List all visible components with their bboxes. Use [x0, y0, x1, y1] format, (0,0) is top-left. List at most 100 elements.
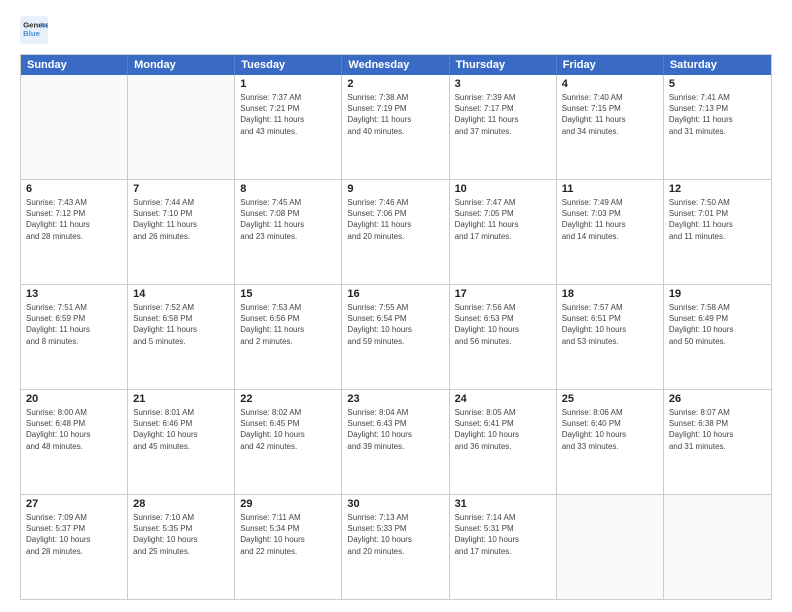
day-number: 25	[562, 393, 658, 405]
calendar-cell: 3 Sunrise: 7:39 AM Sunset: 7:17 PM Daylig…	[450, 75, 557, 179]
day-number: 7	[133, 183, 229, 195]
logo: General Blue	[20, 16, 48, 44]
day-info: Sunrise: 7:13 AM Sunset: 5:33 PM Dayligh…	[347, 512, 443, 557]
calendar-cell: 21 Sunrise: 8:01 AM Sunset: 6:46 PM Dayli…	[128, 390, 235, 494]
day-info: Sunrise: 8:06 AM Sunset: 6:40 PM Dayligh…	[562, 407, 658, 452]
calendar-cell: 7 Sunrise: 7:44 AM Sunset: 7:10 PM Daylig…	[128, 180, 235, 284]
calendar-cell: 18 Sunrise: 7:57 AM Sunset: 6:51 PM Dayli…	[557, 285, 664, 389]
calendar-cell: 29Sunrise: 7:11 AM Sunset: 5:34 PM Dayli…	[235, 495, 342, 599]
page: General Blue SundayMondayTuesdayWednesda…	[0, 0, 792, 612]
day-number: 24	[455, 393, 551, 405]
calendar-body: 1 Sunrise: 7:37 AM Sunset: 7:21 PM Daylig…	[21, 75, 771, 599]
day-info: Sunrise: 8:05 AM Sunset: 6:41 PM Dayligh…	[455, 407, 551, 452]
calendar-cell: 10Sunrise: 7:47 AM Sunset: 7:05 PM Dayli…	[450, 180, 557, 284]
day-number: 14	[133, 288, 229, 300]
calendar-cell: 20Sunrise: 8:00 AM Sunset: 6:48 PM Dayli…	[21, 390, 128, 494]
day-info: Sunrise: 7:58 AM Sunset: 6:49 PM Dayligh…	[669, 302, 766, 347]
day-info: Sunrise: 7:39 AM Sunset: 7:17 PM Dayligh…	[455, 92, 551, 137]
day-number: 20	[26, 393, 122, 405]
calendar-cell: 31Sunrise: 7:14 AM Sunset: 5:31 PM Dayli…	[450, 495, 557, 599]
calendar-cell: 19Sunrise: 7:58 AM Sunset: 6:49 PM Dayli…	[664, 285, 771, 389]
day-info: Sunrise: 8:02 AM Sunset: 6:45 PM Dayligh…	[240, 407, 336, 452]
calendar-cell: 23Sunrise: 8:04 AM Sunset: 6:43 PM Dayli…	[342, 390, 449, 494]
day-info: Sunrise: 7:57 AM Sunset: 6:51 PM Dayligh…	[562, 302, 658, 347]
calendar-cell: 5 Sunrise: 7:41 AM Sunset: 7:13 PM Daylig…	[664, 75, 771, 179]
day-info: Sunrise: 7:38 AM Sunset: 7:19 PM Dayligh…	[347, 92, 443, 137]
day-info: Sunrise: 7:47 AM Sunset: 7:05 PM Dayligh…	[455, 197, 551, 242]
calendar-week: 20Sunrise: 8:00 AM Sunset: 6:48 PM Dayli…	[21, 390, 771, 495]
day-info: Sunrise: 7:44 AM Sunset: 7:10 PM Dayligh…	[133, 197, 229, 242]
day-number: 17	[455, 288, 551, 300]
day-number: 3	[455, 78, 551, 90]
day-number: 2	[347, 78, 443, 90]
weekday-header: Sunday	[21, 55, 128, 75]
day-info: Sunrise: 8:01 AM Sunset: 6:46 PM Dayligh…	[133, 407, 229, 452]
day-number: 8	[240, 183, 336, 195]
day-info: Sunrise: 7:45 AM Sunset: 7:08 PM Dayligh…	[240, 197, 336, 242]
day-number: 21	[133, 393, 229, 405]
day-info: Sunrise: 7:09 AM Sunset: 5:37 PM Dayligh…	[26, 512, 122, 557]
day-number: 1	[240, 78, 336, 90]
calendar-week: 1 Sunrise: 7:37 AM Sunset: 7:21 PM Daylig…	[21, 75, 771, 180]
weekday-header: Friday	[557, 55, 664, 75]
day-number: 6	[26, 183, 122, 195]
header: General Blue	[20, 16, 772, 44]
calendar-header: SundayMondayTuesdayWednesdayThursdayFrid…	[21, 55, 771, 75]
day-info: Sunrise: 7:46 AM Sunset: 7:06 PM Dayligh…	[347, 197, 443, 242]
day-number: 28	[133, 498, 229, 510]
calendar-cell	[21, 75, 128, 179]
day-info: Sunrise: 7:43 AM Sunset: 7:12 PM Dayligh…	[26, 197, 122, 242]
calendar-cell: 2 Sunrise: 7:38 AM Sunset: 7:19 PM Daylig…	[342, 75, 449, 179]
day-info: Sunrise: 7:51 AM Sunset: 6:59 PM Dayligh…	[26, 302, 122, 347]
calendar-week: 13 Sunrise: 7:51 AM Sunset: 6:59 PM Dayli…	[21, 285, 771, 390]
calendar: SundayMondayTuesdayWednesdayThursdayFrid…	[20, 54, 772, 600]
day-number: 31	[455, 498, 551, 510]
weekday-header: Thursday	[450, 55, 557, 75]
day-info: Sunrise: 7:55 AM Sunset: 6:54 PM Dayligh…	[347, 302, 443, 347]
calendar-cell: 13 Sunrise: 7:51 AM Sunset: 6:59 PM Dayli…	[21, 285, 128, 389]
calendar-cell	[557, 495, 664, 599]
weekday-header: Tuesday	[235, 55, 342, 75]
calendar-cell: 9 Sunrise: 7:46 AM Sunset: 7:06 PM Daylig…	[342, 180, 449, 284]
day-number: 18	[562, 288, 658, 300]
day-number: 5	[669, 78, 766, 90]
calendar-week: 6 Sunrise: 7:43 AM Sunset: 7:12 PM Daylig…	[21, 180, 771, 285]
day-info: Sunrise: 7:10 AM Sunset: 5:35 PM Dayligh…	[133, 512, 229, 557]
calendar-cell: 1 Sunrise: 7:37 AM Sunset: 7:21 PM Daylig…	[235, 75, 342, 179]
calendar-cell: 27 Sunrise: 7:09 AM Sunset: 5:37 PM Dayli…	[21, 495, 128, 599]
day-number: 29	[240, 498, 336, 510]
calendar-cell: 30 Sunrise: 7:13 AM Sunset: 5:33 PM Dayli…	[342, 495, 449, 599]
day-number: 9	[347, 183, 443, 195]
day-info: Sunrise: 8:07 AM Sunset: 6:38 PM Dayligh…	[669, 407, 766, 452]
calendar-cell: 16 Sunrise: 7:55 AM Sunset: 6:54 PM Dayli…	[342, 285, 449, 389]
day-info: Sunrise: 7:52 AM Sunset: 6:58 PM Dayligh…	[133, 302, 229, 347]
weekday-header: Monday	[128, 55, 235, 75]
svg-text:Blue: Blue	[23, 29, 41, 38]
logo-icon: General Blue	[20, 16, 48, 44]
weekday-header: Saturday	[664, 55, 771, 75]
day-number: 30	[347, 498, 443, 510]
day-info: Sunrise: 7:53 AM Sunset: 6:56 PM Dayligh…	[240, 302, 336, 347]
day-info: Sunrise: 7:56 AM Sunset: 6:53 PM Dayligh…	[455, 302, 551, 347]
day-info: Sunrise: 7:49 AM Sunset: 7:03 PM Dayligh…	[562, 197, 658, 242]
calendar-cell: 12Sunrise: 7:50 AM Sunset: 7:01 PM Dayli…	[664, 180, 771, 284]
day-number: 23	[347, 393, 443, 405]
day-number: 11	[562, 183, 658, 195]
calendar-cell: 6 Sunrise: 7:43 AM Sunset: 7:12 PM Daylig…	[21, 180, 128, 284]
calendar-cell: 22Sunrise: 8:02 AM Sunset: 6:45 PM Dayli…	[235, 390, 342, 494]
calendar-cell: 14 Sunrise: 7:52 AM Sunset: 6:58 PM Dayli…	[128, 285, 235, 389]
calendar-week: 27 Sunrise: 7:09 AM Sunset: 5:37 PM Dayli…	[21, 495, 771, 599]
day-number: 27	[26, 498, 122, 510]
day-number: 15	[240, 288, 336, 300]
day-number: 16	[347, 288, 443, 300]
day-info: Sunrise: 7:37 AM Sunset: 7:21 PM Dayligh…	[240, 92, 336, 137]
calendar-cell: 26Sunrise: 8:07 AM Sunset: 6:38 PM Dayli…	[664, 390, 771, 494]
day-number: 13	[26, 288, 122, 300]
weekday-header: Wednesday	[342, 55, 449, 75]
day-number: 4	[562, 78, 658, 90]
calendar-cell: 25 Sunrise: 8:06 AM Sunset: 6:40 PM Dayli…	[557, 390, 664, 494]
day-info: Sunrise: 7:41 AM Sunset: 7:13 PM Dayligh…	[669, 92, 766, 137]
calendar-cell: 11 Sunrise: 7:49 AM Sunset: 7:03 PM Dayli…	[557, 180, 664, 284]
calendar-cell: 17 Sunrise: 7:56 AM Sunset: 6:53 PM Dayli…	[450, 285, 557, 389]
day-info: Sunrise: 7:40 AM Sunset: 7:15 PM Dayligh…	[562, 92, 658, 137]
